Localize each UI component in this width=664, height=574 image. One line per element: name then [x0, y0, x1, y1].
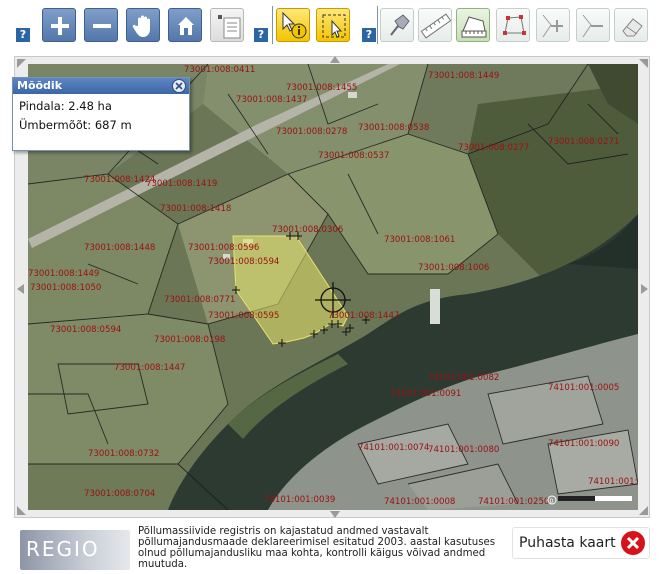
add-vertex-icon [542, 14, 563, 38]
pan-southwest-arrow[interactable] [17, 506, 26, 515]
disclaimer-text: Põllumassiivide registris on kajastatud … [138, 526, 496, 570]
eraser-icon [622, 18, 643, 37]
help-button-2[interactable]: ? [254, 28, 268, 42]
parcel-label: 74101:001:0082 [428, 373, 499, 383]
home-button[interactable] [168, 8, 202, 42]
minus-icon [93, 24, 111, 28]
parcel-label: 73001:008:1006 [418, 263, 489, 273]
scale-label: 0 [550, 498, 554, 505]
house-icon [178, 17, 194, 35]
parcel-label: 73001:008:0538 [358, 123, 429, 133]
measure-distance-button[interactable] [418, 8, 452, 42]
measure-title: Mõõdik [13, 78, 189, 94]
parcel-label: 73001:008:0198 [154, 335, 225, 345]
pan-east-arrow[interactable] [641, 284, 648, 294]
logo-text: REGIO [26, 537, 100, 561]
parcel-label: 73001:008:0277 [458, 143, 529, 153]
parcel-label: 73001:008:1050 [30, 283, 101, 293]
parcel-label: 73001:008:0771 [164, 295, 235, 305]
select-cursor-icon [322, 14, 346, 38]
parcel-label: 74101:001:0250 [478, 497, 549, 507]
parcel-label: 74101:001:0008 [384, 497, 455, 507]
help-button-3[interactable]: ? [362, 28, 376, 42]
parcel-label: 73001:008:0594 [50, 325, 121, 335]
parcel-label: 74101:001:0074 [358, 443, 429, 453]
parcel-label: 73001:008:0537 [318, 151, 389, 161]
pushpin-icon [390, 14, 410, 36]
parcel-label: 73001:008:0704 [84, 489, 155, 499]
pan-south-arrow[interactable] [330, 511, 340, 518]
parcel-label: 73001:008:1455 [286, 83, 357, 93]
perimeter-value: Ümbermõõt: 687 m [19, 118, 132, 132]
erase-button[interactable] [614, 8, 648, 42]
parcel-label: 73001:008:0595 [208, 311, 279, 321]
pan-northwest-arrow[interactable] [17, 59, 26, 68]
parcel-label: 73001:008:0411 [184, 65, 255, 75]
parcel-label: 73001:008:1448 [84, 243, 155, 253]
remove-vertex-button[interactable] [576, 8, 610, 42]
layers-button[interactable] [210, 8, 244, 42]
parcel-label: 73001:008:0596 [188, 243, 259, 253]
pan-west-arrow[interactable] [17, 284, 24, 294]
hand-icon [132, 15, 150, 37]
remove-vertex-icon [582, 14, 603, 38]
clear-map-button[interactable]: Puhasta kaart [512, 527, 650, 559]
pan-southeast-arrow[interactable] [639, 506, 648, 515]
parcel-label: 73001:008:1061 [384, 235, 455, 245]
parcel-label: 73001:008:1447 [114, 363, 185, 373]
parcel-label: 73001:008:1449 [428, 71, 499, 81]
identify-button[interactable] [276, 8, 310, 42]
measure-area-button[interactable] [456, 8, 490, 42]
parcel-label: 73001:008:0732 [88, 449, 159, 459]
pin-button[interactable] [380, 8, 414, 42]
parcel-label: 74101:001:0078 [588, 477, 638, 487]
info-cursor-icon [282, 11, 307, 39]
zoom-in-button[interactable] [42, 8, 76, 42]
draw-polygon-button[interactable] [496, 8, 530, 42]
map-toolbar: ? ? ? [0, 0, 664, 50]
clear-map-label: Puhasta kaart [519, 535, 616, 551]
parcel-label: 74101:001:0039 [264, 495, 335, 505]
clear-icon [621, 531, 645, 555]
regio-logo: REGIO [20, 530, 130, 570]
parcel-label: 73001:008:0278 [276, 127, 347, 137]
measure-close-button[interactable] [172, 79, 186, 93]
pan-north-arrow[interactable] [330, 56, 340, 63]
parcel-label: 73001:008:1419 [146, 179, 217, 189]
layers-icon [218, 15, 241, 39]
parcel-label: 73001:008:1447 [328, 311, 399, 321]
zoom-out-button[interactable] [84, 8, 118, 42]
help-button[interactable]: ? [16, 28, 30, 42]
area-icon [461, 16, 487, 38]
pan-button[interactable] [126, 8, 160, 42]
parcel-label: 74101:001:0090 [548, 439, 619, 449]
ruler-icon [420, 13, 452, 39]
polygon-icon [503, 15, 526, 35]
parcel-label: 74101:001:0005 [548, 383, 619, 393]
parcel-label: 73001:008:0594 [208, 257, 279, 267]
measure-panel: Mõõdik Pindala: 2.48 ha Ümbermõõt: 687 m [12, 77, 190, 151]
area-value: Pindala: 2.48 ha [19, 99, 112, 113]
select-button[interactable] [316, 8, 350, 42]
parcel-label: 73001:008:0271 [548, 137, 619, 147]
parcel-label: 73001:008:1449 [28, 269, 99, 279]
toolbar-separator [272, 6, 273, 44]
parcel-label: 73001:008:1424 [84, 175, 155, 185]
plus-icon [51, 17, 69, 35]
footer: REGIO Põllumassiivide registris on kajas… [0, 524, 664, 574]
parcel-label: 73001:008:1437 [236, 95, 307, 105]
close-icon [175, 82, 183, 90]
pan-northeast-arrow[interactable] [639, 59, 648, 68]
parcel-label: 73001:008:1418 [160, 204, 231, 214]
parcel-label: 74101:001:0091 [390, 389, 461, 399]
add-vertex-button[interactable] [536, 8, 570, 42]
parcel-label: 74101:001:0080 [428, 445, 499, 455]
toolbar-separator [377, 6, 378, 44]
parcel-label: 73001:008:0306 [272, 225, 343, 235]
